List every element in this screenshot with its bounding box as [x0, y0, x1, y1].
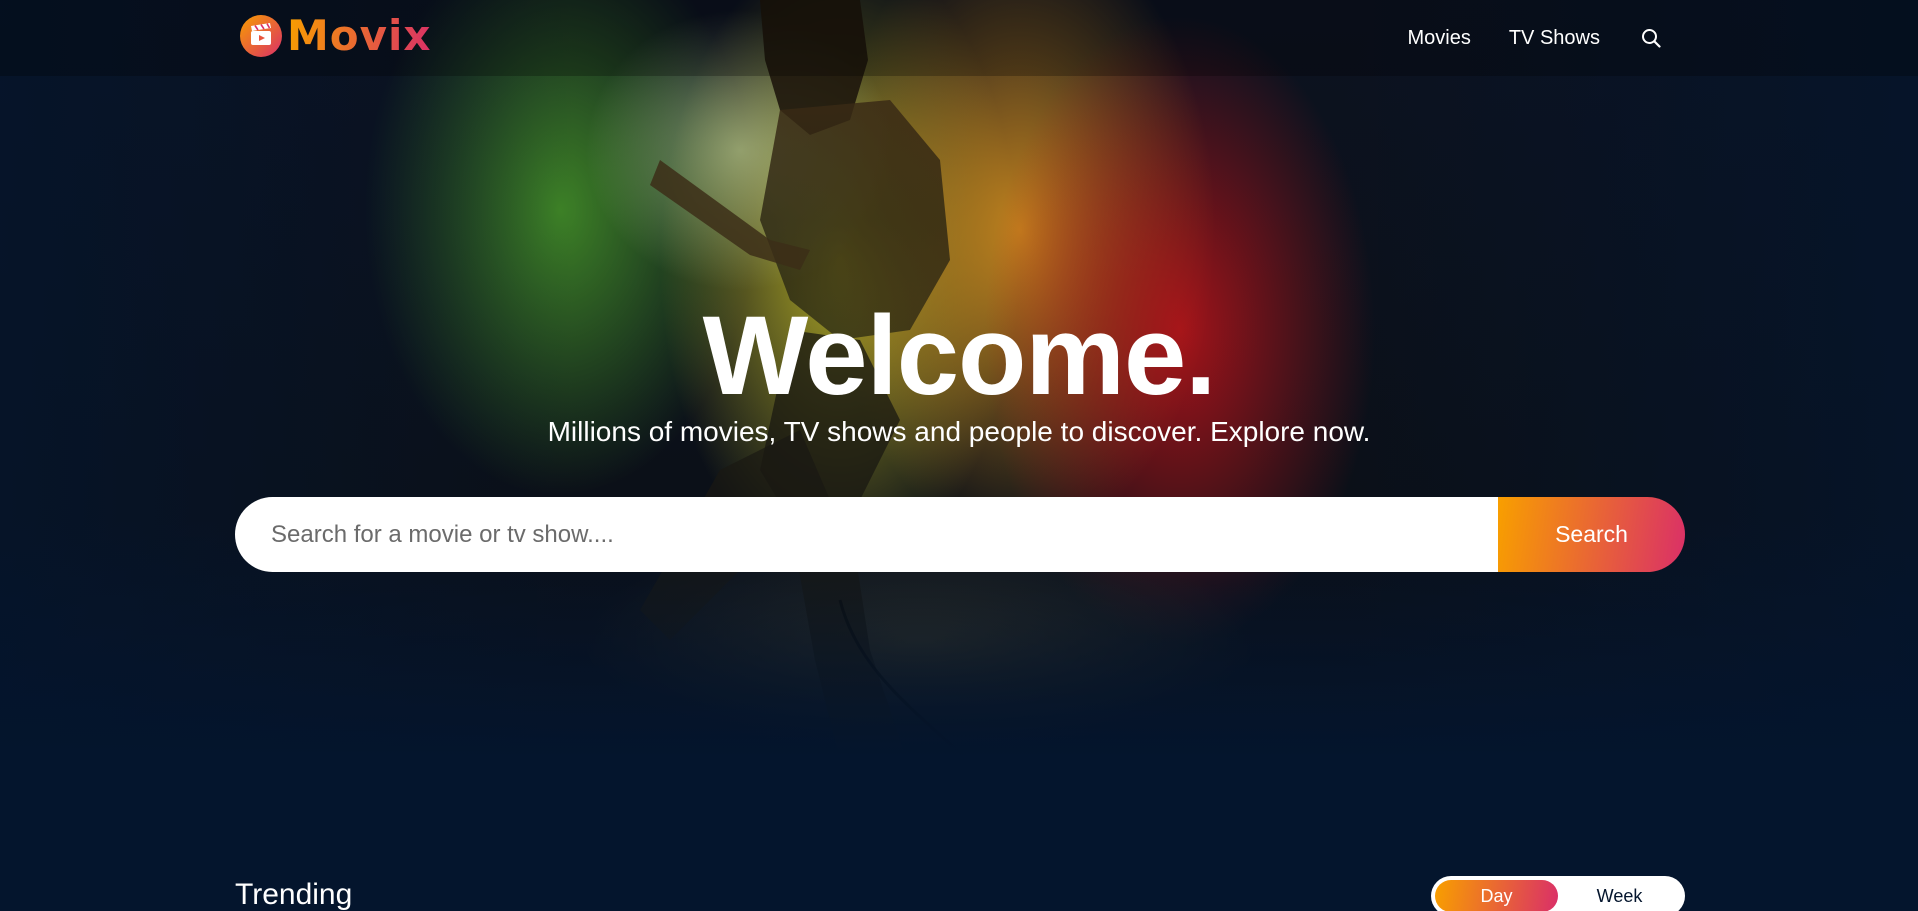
site-header: Movix Movies TV Shows	[0, 0, 1918, 76]
trending-time-switch: Day Week	[1431, 876, 1685, 911]
logo-wordmark: Movix	[287, 11, 432, 60]
search-button[interactable]: Search	[1498, 497, 1685, 572]
main-nav: Movies TV Shows	[1369, 0, 1662, 76]
trending-section: Trending Day Week	[235, 868, 1685, 911]
page: Movix Movies TV Shows Welcome. Millions …	[0, 0, 1918, 911]
nav-item-movies[interactable]: Movies	[1407, 27, 1470, 50]
tab-day[interactable]: Day	[1435, 880, 1558, 911]
hero-subtitle: Millions of movies, TV shows and people …	[547, 416, 1371, 447]
header-content-wrapper: Movix Movies TV Shows	[234, 0, 1684, 76]
nav-item-tv-shows[interactable]: TV Shows	[1509, 27, 1600, 50]
movix-logo[interactable]: Movix	[239, 14, 432, 58]
hero-search-bar: Search	[235, 497, 1685, 572]
trending-title: Trending	[235, 878, 353, 911]
hero-title: Welcome.	[702, 293, 1217, 418]
search-input[interactable]	[235, 497, 1498, 572]
tab-week[interactable]: Week	[1558, 880, 1681, 911]
clapperboard-logo-icon	[240, 15, 282, 57]
search-icon[interactable]	[1640, 27, 1662, 49]
